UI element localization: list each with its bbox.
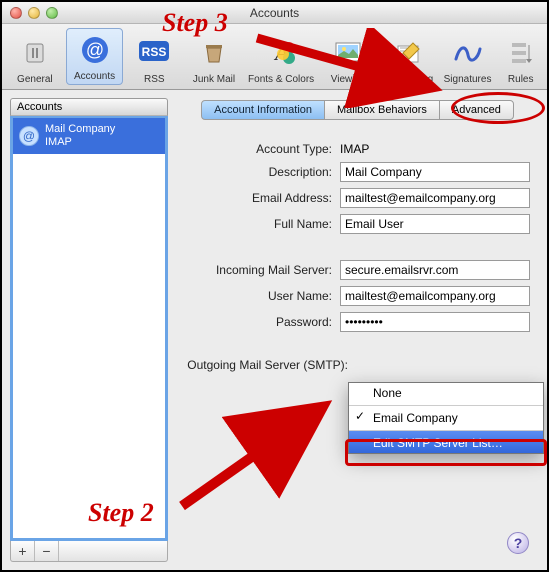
svg-text:@: @ [85,40,103,60]
toolbar-fonts[interactable]: A Fonts & Colors [245,34,318,85]
main-pane: Account Information Mailbox Behaviors Ad… [176,98,539,562]
username-label: User Name: [176,289,340,303]
switch-icon [15,34,55,72]
smtp-option-selected[interactable]: Email Company [349,405,543,428]
add-account-button[interactable]: + [11,541,35,561]
at-icon: @ [19,126,39,146]
password-field[interactable] [340,312,530,332]
toolbar-accounts[interactable]: @ Accounts [66,28,124,85]
trash-icon [194,34,234,72]
toolbar-rss[interactable]: RSS RSS [125,34,183,85]
incoming-label: Incoming Mail Server: [176,263,340,277]
toolbar-label: Composing [383,74,434,85]
toolbar-label: Viewing [331,74,366,85]
window-title: Accounts [2,6,547,20]
toolbar-label: RSS [144,74,165,85]
tab-bar: Account Information Mailbox Behaviors Ad… [176,100,539,120]
accounts-list[interactable]: @ Mail Company IMAP [10,116,168,541]
description-field[interactable] [340,162,530,182]
email-label: Email Address: [176,191,340,205]
sidebar: Accounts @ Mail Company IMAP + − [10,98,168,562]
help-button[interactable]: ? [507,532,529,554]
toolbar-label: General [17,74,53,85]
toolbar-signatures[interactable]: Signatures [439,34,497,85]
account-name: Mail Company [45,123,115,136]
toolbar-label: Junk Mail [193,74,235,85]
email-field[interactable] [340,188,530,208]
toolbar-label: Accounts [74,71,115,82]
account-type-value: IMAP [340,142,539,156]
account-item-text: Mail Company IMAP [45,123,115,149]
toolbar-label: Fonts & Colors [248,74,314,85]
username-field[interactable] [340,286,530,306]
svg-text:RSS: RSS [142,45,167,59]
toolbar: General @ Accounts RSS RSS Junk Mail A F… [2,24,547,90]
smtp-label: Outgoing Mail Server (SMTP): [176,358,356,372]
toolbar-junk[interactable]: Junk Mail [185,34,243,85]
sidebar-footer: + − [10,541,168,562]
photo-icon [328,34,368,72]
fullname-field[interactable] [340,214,530,234]
description-label: Description: [176,165,340,179]
toolbar-composing[interactable]: Composing [379,34,437,85]
toolbar-label: Rules [508,74,534,85]
rules-icon [501,34,541,72]
at-icon: @ [75,31,115,69]
account-type-label: Account Type: [176,142,340,156]
toolbar-viewing[interactable]: Viewing [319,34,377,85]
preferences-window: Accounts General @ Accounts RSS RSS Junk [0,0,549,572]
incoming-server-field[interactable] [340,260,530,280]
compose-icon [388,34,428,72]
tab-advanced[interactable]: Advanced [439,100,514,120]
window-body: Accounts @ Mail Company IMAP + − Account… [2,90,547,570]
sidebar-header: Accounts [10,98,168,116]
toolbar-rules[interactable]: Rules [498,34,543,85]
font-icon: A [261,34,301,72]
remove-account-button[interactable]: − [35,541,59,561]
zoom-icon[interactable] [46,7,58,19]
signature-icon [448,34,488,72]
tab-account-information[interactable]: Account Information [201,100,325,120]
fullname-label: Full Name: [176,217,340,231]
password-label: Password: [176,315,340,329]
smtp-server-menu[interactable]: None Email Company Edit SMTP Server List… [348,382,544,454]
rss-icon: RSS [134,34,174,72]
smtp-option-edit-list[interactable]: Edit SMTP Server List… [349,430,543,453]
account-form: Account Type: IMAP Description: Email Ad… [176,142,539,372]
close-icon[interactable] [10,7,22,19]
account-item[interactable]: @ Mail Company IMAP [13,118,165,154]
window-controls [10,7,58,19]
smtp-option-none[interactable]: None [349,383,543,403]
toolbar-label: Signatures [444,74,492,85]
toolbar-general[interactable]: General [6,34,64,85]
titlebar: Accounts [2,2,547,24]
tab-mailbox-behaviors[interactable]: Mailbox Behaviors [324,100,440,120]
account-protocol: IMAP [45,136,115,149]
minimize-icon[interactable] [28,7,40,19]
